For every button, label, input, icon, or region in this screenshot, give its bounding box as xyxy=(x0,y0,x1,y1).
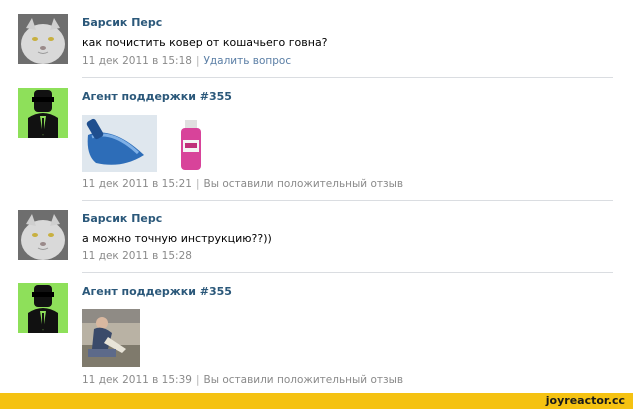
author-name[interactable]: Барсик Перс xyxy=(82,212,162,225)
author-name[interactable]: Агент поддержки #355 xyxy=(82,285,232,298)
message-meta: 11 дек 2011 в 15:39 | Вы оставили положите… xyxy=(82,374,403,386)
message-meta: 11 дек 2011 в 15:18 | Удалить вопрос xyxy=(82,55,291,67)
divider xyxy=(82,77,613,78)
blue-dustpan-photo[interactable] xyxy=(82,115,157,172)
cat-avatar[interactable] xyxy=(18,210,68,260)
watermark-bar: joyreactor.cc xyxy=(0,393,633,409)
agent-avatar[interactable] xyxy=(18,88,68,138)
message-meta: 11 дек 2011 в 15:21 | Вы оставили положите… xyxy=(82,178,403,190)
watermark-text[interactable]: joyreactor.cc xyxy=(546,394,625,407)
divider xyxy=(82,272,613,273)
divider: | xyxy=(195,55,200,67)
divider: | xyxy=(195,374,200,386)
divider: | xyxy=(195,178,200,190)
message-date: 11 дек 2011 в 15:18 xyxy=(82,55,192,67)
author-name[interactable]: Агент поддержки #355 xyxy=(82,90,232,103)
vanish-carpet-cleaner-photo[interactable] xyxy=(176,118,206,172)
message-text: а можно точную инструкцию??)) xyxy=(82,232,272,245)
person-cleaning-carpet-photo[interactable] xyxy=(82,309,140,367)
agent-avatar[interactable] xyxy=(18,283,68,333)
message-meta: 11 дек 2011 в 15:28 xyxy=(82,250,192,262)
message-text: как почистить ковер от кошачьего говна? xyxy=(82,36,328,49)
message-date: 11 дек 2011 в 15:28 xyxy=(82,250,192,262)
message-date: 11 дек 2011 в 15:21 xyxy=(82,178,192,190)
message-date: 11 дек 2011 в 15:39 xyxy=(82,374,192,386)
divider xyxy=(82,200,613,201)
feedback-status: Вы оставили положительный отзыв xyxy=(203,178,404,190)
delete-question-link[interactable]: Удалить вопрос xyxy=(204,55,292,67)
author-name[interactable]: Барсик Перс xyxy=(82,16,162,29)
cat-avatar[interactable] xyxy=(18,14,68,64)
feedback-status: Вы оставили положительный отзыв xyxy=(203,374,404,386)
